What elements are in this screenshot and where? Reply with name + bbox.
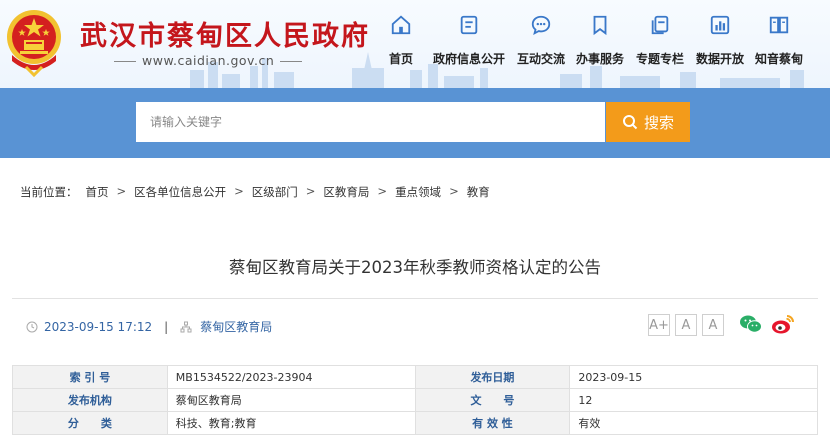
bar-chart-icon [710, 15, 730, 35]
breadcrumb-separator: > [449, 184, 459, 198]
table-row: 索 引 号 MB1534522/2023-23904 发布日期 2023-09-… [12, 365, 818, 389]
article-title: 蔡甸区教育局关于2023年秋季教师资格认定的公告 [229, 258, 601, 277]
breadcrumb-home[interactable]: 首页 [86, 184, 109, 200]
home-icon [391, 15, 411, 35]
divider [12, 298, 818, 299]
table-key: 发布机构 [12, 388, 168, 412]
breadcrumb-separator: > [305, 184, 316, 198]
nav-item-open-data[interactable]: 数据开放 [696, 14, 744, 67]
breadcrumb-separator: > [234, 184, 244, 198]
nav-item-zhiyin-caidian[interactable]: 知音蔡甸 [755, 14, 803, 67]
font-decrease-button[interactable]: A [702, 314, 724, 336]
nav-item-home[interactable]: 首页 [389, 14, 413, 67]
search-icon [622, 115, 638, 130]
meta-separator: | [164, 319, 169, 334]
table-value: 12 [569, 388, 818, 412]
bookmark-icon [593, 15, 607, 36]
table-key: 有 效 性 [414, 411, 571, 435]
nav-label-interaction: 互动交流 [517, 52, 566, 66]
breadcrumb-education[interactable]: 教育 [467, 184, 490, 200]
copy-icon [651, 15, 669, 35]
breadcrumb-key-areas[interactable]: 重点领域 [395, 184, 441, 200]
publisher: 蔡甸区教育局 [200, 320, 273, 334]
info-table: 索 引 号 MB1534522/2023-23904 发布日期 2023-09-… [12, 365, 818, 435]
search-input[interactable]: 请输入关键字 [136, 102, 605, 142]
weibo-icon[interactable] [771, 313, 795, 335]
breadcrumb-separator: > [377, 184, 388, 198]
table-row: 分 类 科技、教育;教育 有 效 性 有效 [12, 411, 818, 435]
nav-label-info-disclosure: 政府信息公开 [433, 52, 506, 66]
table-key: 文 号 [414, 388, 571, 412]
font-default-button[interactable]: A [675, 314, 697, 336]
table-value: MB1534522/2023-23904 [166, 365, 416, 389]
table-key: 索 引 号 [12, 365, 168, 389]
breadcrumb-unit-disclosure[interactable]: 区各单位信息公开 [134, 184, 226, 200]
document-icon [460, 15, 478, 35]
table-row: 发布机构 蔡甸区教育局 文 号 12 [12, 388, 818, 412]
nav-label-home: 首页 [389, 52, 414, 66]
national-emblem-logo [7, 10, 61, 77]
breadcrumb-education-bureau[interactable]: 区教育局 [323, 184, 369, 200]
breadcrumb-prefix: 当前位置： [20, 185, 78, 199]
article-meta: 2023-09-15 17:12 | 蔡甸区教育局 [26, 318, 272, 335]
chat-icon [531, 15, 551, 36]
nav-item-topics[interactable]: 专题专栏 [636, 14, 684, 67]
site-title[interactable]: 武汉市蔡甸区人民政府 [80, 14, 370, 53]
table-value: 蔡甸区教育局 [166, 388, 416, 412]
table-value: 2023-09-15 [569, 365, 818, 389]
nav-item-interaction[interactable]: 互动交流 [517, 14, 565, 67]
table-value: 科技、教育;教育 [166, 411, 416, 435]
breadcrumb-district-departments[interactable]: 区级部门 [252, 184, 298, 200]
clock-icon [26, 321, 38, 332]
font-decrease-label: A [708, 317, 718, 333]
font-default-label: A [681, 317, 691, 333]
nav-item-info-disclosure[interactable]: 政府信息公开 [433, 14, 505, 67]
site-header: 武汉市蔡甸区人民政府 www.caidian.gov.cn 首页 政府信息公开 … [0, 0, 830, 88]
search-button[interactable]: 搜索 [606, 102, 690, 142]
table-key: 分 类 [12, 411, 168, 435]
breadcrumb: 当前位置： 首页 > 区各单位信息公开 > 区级部门 > 区教育局 > 重点领域… [20, 184, 490, 200]
publish-datetime: 2023-09-15 17:12 [44, 319, 153, 334]
org-icon [180, 321, 192, 332]
font-increase-button[interactable]: A+ [648, 314, 670, 336]
table-value: 有效 [569, 411, 818, 435]
nav-label-zhiyin-caidian: 知音蔡甸 [755, 52, 804, 66]
wechat-icon[interactable] [739, 313, 763, 335]
nav-label-topics: 专题专栏 [636, 52, 685, 66]
search-band: 请输入关键字 搜索 [0, 88, 830, 158]
search-button-label: 搜索 [643, 113, 674, 132]
table-key: 发布日期 [414, 365, 571, 389]
nav-label-open-data: 数据开放 [696, 52, 745, 66]
book-icon [769, 16, 789, 34]
nav-item-services[interactable]: 办事服务 [576, 14, 624, 67]
font-increase-label: A+ [649, 317, 669, 333]
breadcrumb-separator: > [116, 184, 127, 198]
site-url[interactable]: www.caidian.gov.cn [113, 53, 303, 68]
nav-label-services: 办事服务 [576, 52, 625, 66]
